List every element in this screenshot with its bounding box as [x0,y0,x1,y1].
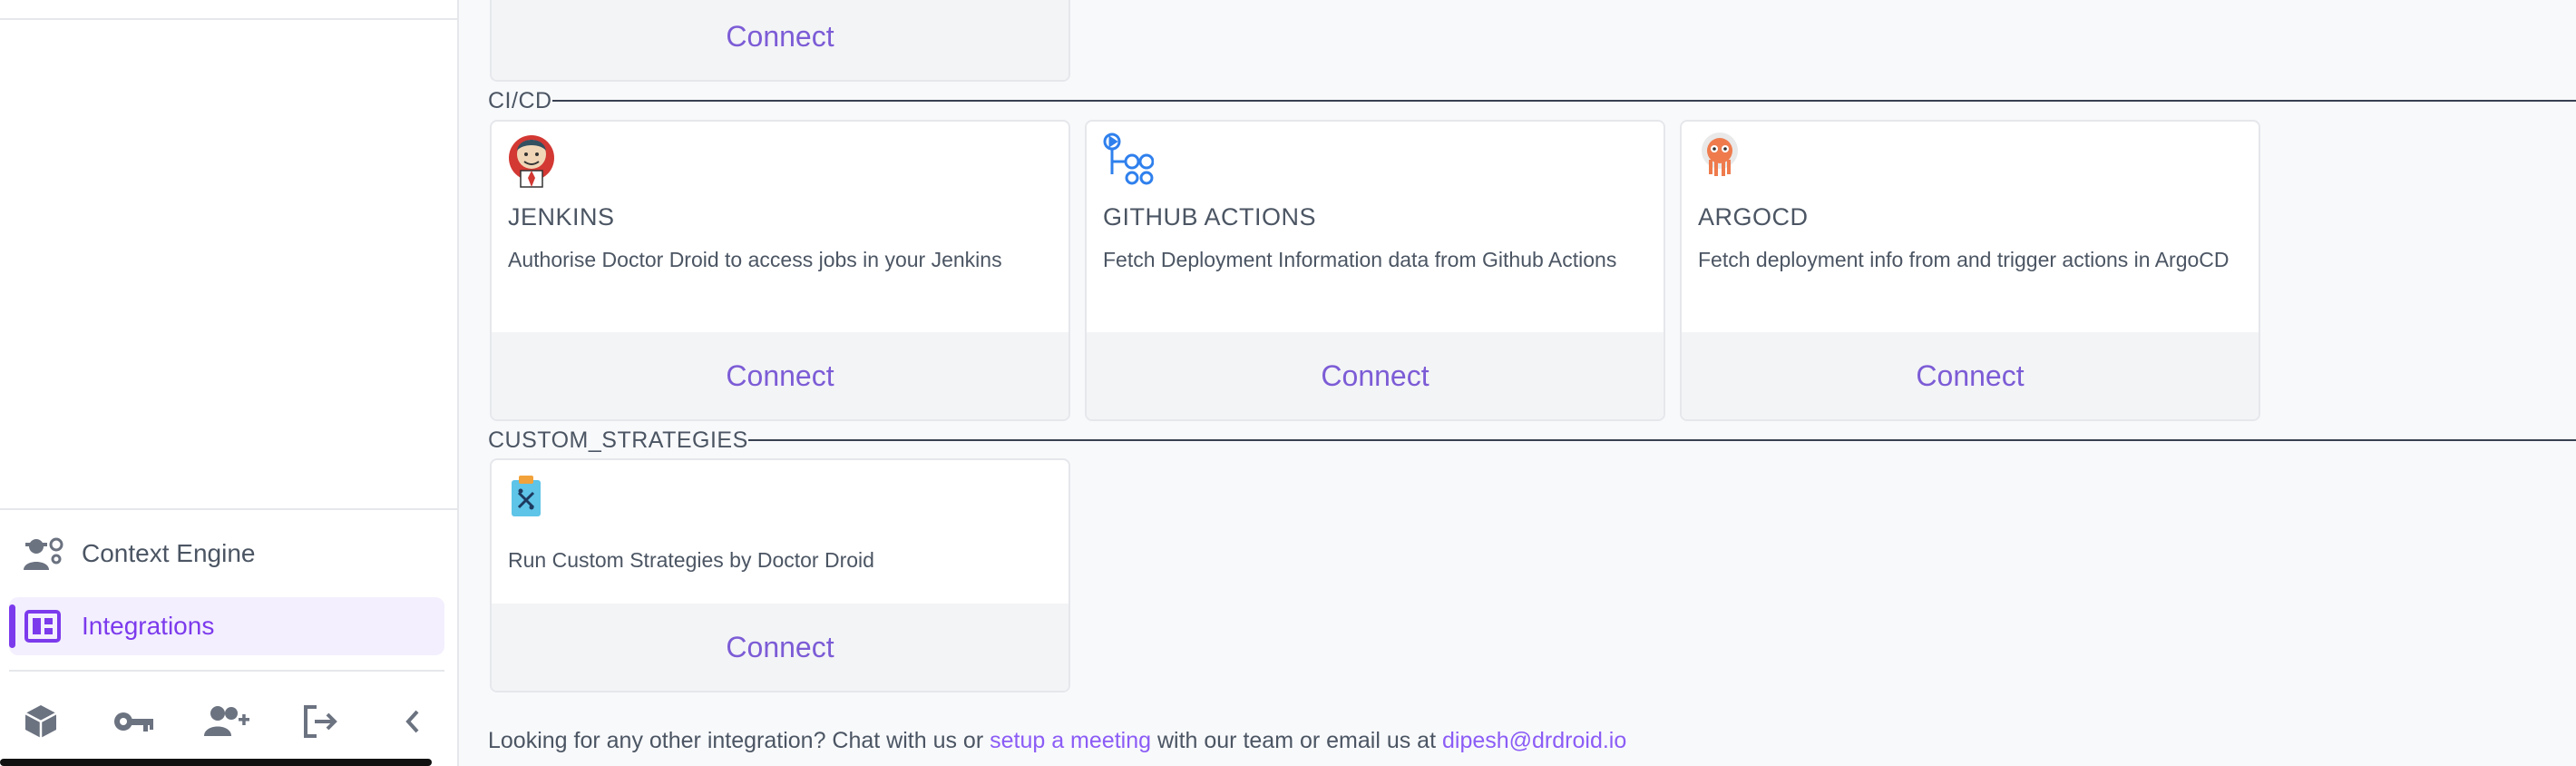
integration-card-argocd: ARGOCD Fetch deployment info from and tr… [1680,120,2260,421]
user-gear-icon [22,533,63,574]
section-title: CI/CD [488,87,552,113]
argocd-logo [1698,131,1749,187]
section-divider [747,439,2576,441]
integration-card-custom-strategies: Run Custom Strategies by Doctor Droid Co… [490,458,1070,692]
jenkins-logo [508,131,559,188]
connect-button[interactable]: Connect [492,0,1068,80]
integration-description: Run Custom Strategies by Doctor Droid [508,548,874,572]
active-indicator [9,604,15,648]
connect-button[interactable]: Connect [1087,332,1664,419]
connect-button[interactable]: Connect [492,332,1068,419]
section-header-custom-strategies: CUSTOM_STRATEGIES [488,427,2576,454]
integration-description: Authorise Doctor Droid to access jobs in… [508,248,1002,271]
collapse-chevron-icon[interactable] [390,699,435,744]
divider [9,670,444,672]
integration-card-github-actions: GITHUB ACTIONS Fetch Deployment Informat… [1085,120,1665,421]
footer-text: Looking for any other integration? Chat … [488,728,990,753]
integration-card-jenkins: JENKINS Authorise Doctor Droid to access… [490,120,1070,421]
footer-help-text: Looking for any other integration? Chat … [488,728,1626,754]
add-user-icon[interactable] [204,699,249,744]
integrations-grid-icon [22,605,63,647]
key-icon[interactable] [112,699,157,744]
sidebar: Context Engine Integrations [0,0,459,766]
footer-text: with our team or email us at [1151,728,1442,753]
divider [0,18,457,20]
integration-card: Connect [490,0,1070,82]
email-link[interactable]: dipesh@drdroid.io [1442,728,1626,753]
integration-description: Fetch Deployment Information data from G… [1103,248,1617,271]
integration-name: GITHUB ACTIONS [1103,203,1317,231]
section-header-cicd: CI/CD [488,87,2576,114]
sidebar-item-context-engine[interactable]: Context Engine [9,525,444,583]
integrations-main: Connect CI/CD JENKINS Authorise Doctor D… [459,0,2576,766]
sidebar-item-integrations[interactable]: Integrations [9,597,444,655]
scrollbar[interactable] [0,759,432,766]
integration-description: Fetch deployment info from and trigger a… [1698,248,2230,271]
github-actions-logo [1103,131,1155,187]
integration-name: ARGOCD [1698,203,1809,231]
logout-icon[interactable] [298,699,343,744]
divider [0,508,457,510]
cube-icon[interactable] [18,699,63,744]
sidebar-item-label: Context Engine [82,539,256,567]
connect-button[interactable]: Connect [1682,332,2259,419]
section-divider [551,100,2576,102]
setup-meeting-link[interactable]: setup a meeting [990,728,1151,753]
sidebar-bottom-toolbar [18,699,444,744]
integration-name: JENKINS [508,203,615,231]
clipboard-strategy-icon [508,473,559,529]
connect-button[interactable]: Connect [492,604,1068,691]
section-title: CUSTOM_STRATEGIES [488,427,748,453]
sidebar-item-label: Integrations [82,612,215,640]
